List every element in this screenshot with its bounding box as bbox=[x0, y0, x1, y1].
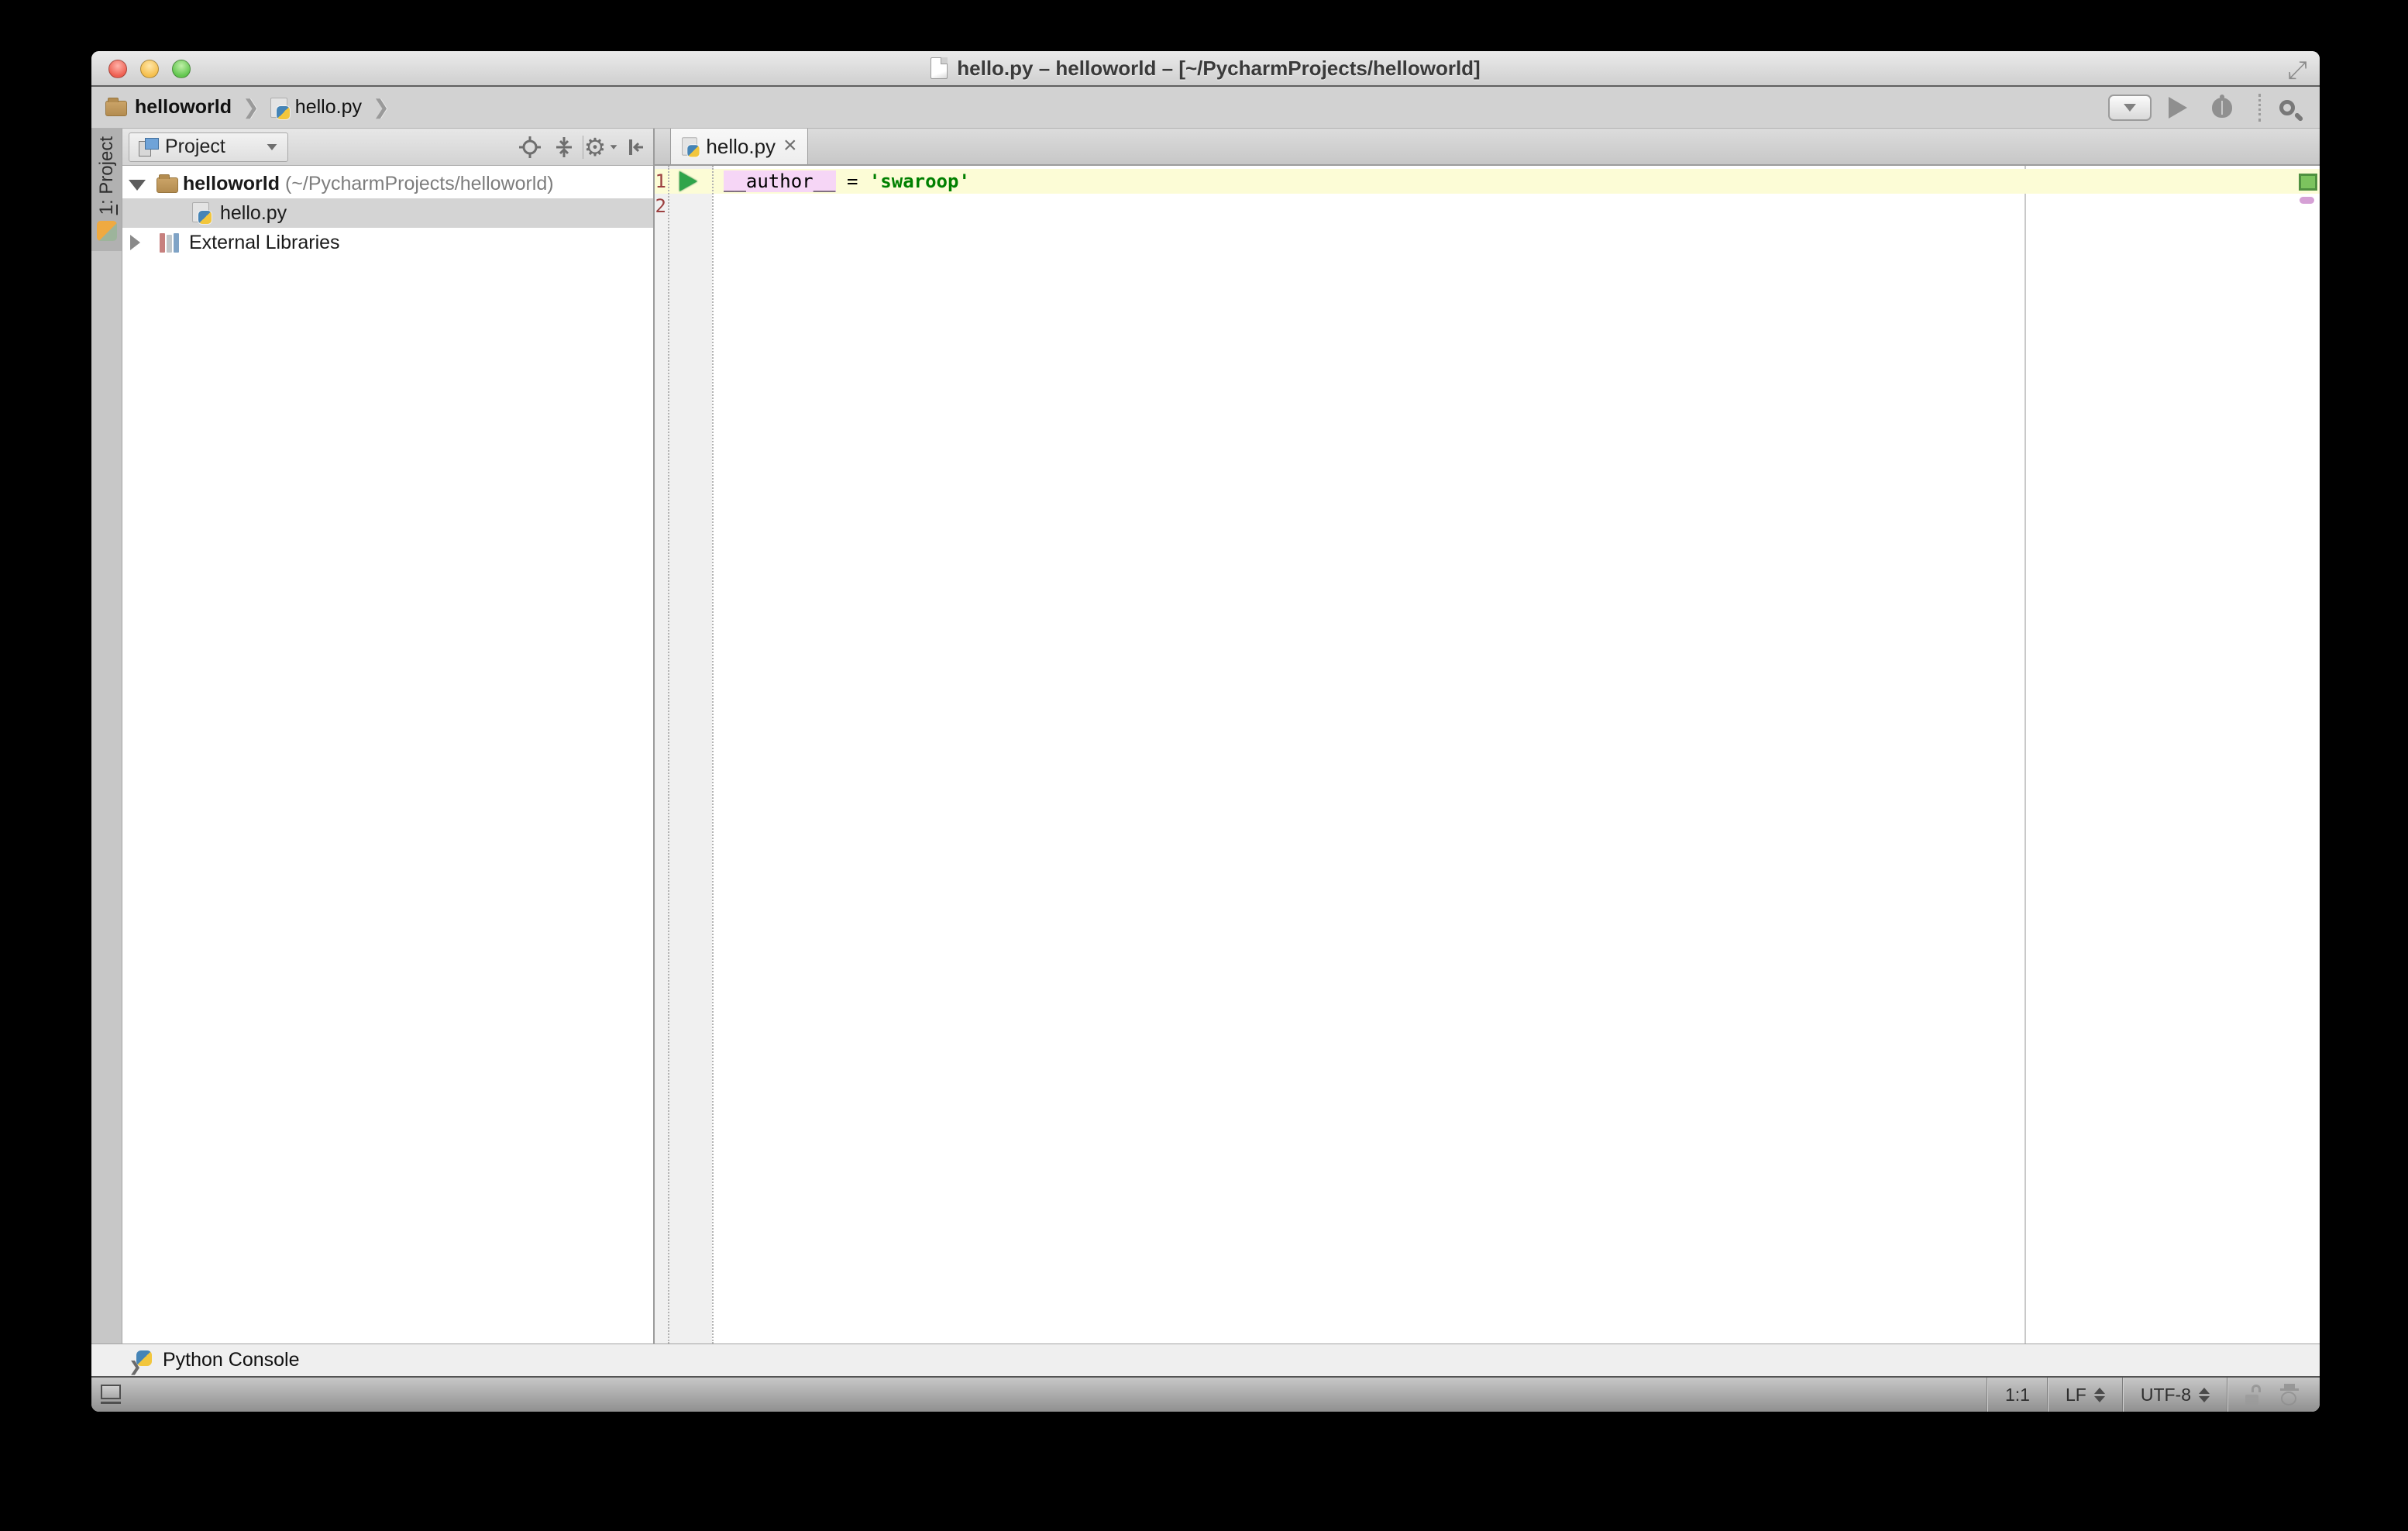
gutter-separator bbox=[668, 166, 669, 1343]
right-margin-line bbox=[2024, 166, 2026, 1343]
run-gutter-icon[interactable] bbox=[679, 171, 697, 191]
chevron-down-icon bbox=[2124, 104, 2136, 112]
breadcrumb-project[interactable]: helloworld bbox=[105, 96, 232, 119]
breadcrumb-file[interactable]: hello.py bbox=[270, 96, 362, 119]
bottom-tool-bar: ❯ Python Console bbox=[91, 1343, 2320, 1376]
scroll-to-source-icon[interactable] bbox=[513, 132, 547, 163]
chevron-down-icon bbox=[267, 144, 277, 150]
gutter-separator bbox=[712, 166, 714, 1343]
debug-icon[interactable] bbox=[2212, 98, 2232, 118]
project-panel: Project bbox=[122, 129, 655, 1343]
updown-icon bbox=[2199, 1388, 2210, 1402]
pycharm-tool-icon bbox=[97, 221, 117, 241]
tree-collapse-icon[interactable] bbox=[129, 180, 146, 191]
document-proxy-icon bbox=[931, 57, 948, 79]
editor-lines: 1 __author__ = 'swaroop' 2 bbox=[655, 166, 2320, 218]
tree-row-external-libraries[interactable]: External Libraries bbox=[122, 228, 653, 257]
encoding-select[interactable]: UTF-8 bbox=[2124, 1378, 2227, 1412]
project-view-label: Project bbox=[165, 136, 258, 158]
python-file-icon bbox=[192, 202, 209, 222]
title-bar[interactable]: hello.py – helloworld – [~/PycharmProjec… bbox=[91, 51, 2320, 87]
minimize-window-button[interactable] bbox=[140, 60, 159, 78]
line-number: 1 bbox=[655, 170, 666, 192]
code-token-string: 'swaroop' bbox=[869, 170, 970, 192]
line-number: 2 bbox=[655, 195, 666, 217]
external-libraries-label: External Libraries bbox=[189, 232, 340, 254]
pycharm-window: hello.py – helloworld – [~/PycharmProjec… bbox=[91, 51, 2320, 1412]
python-file-icon bbox=[683, 137, 698, 155]
resize-expand-icon[interactable]: ⤢ bbox=[2287, 56, 2307, 85]
python-console-icon: ❯ bbox=[132, 1350, 152, 1371]
project-panel-header: Project bbox=[122, 129, 653, 166]
chevron-right-icon: ❯ bbox=[371, 95, 391, 119]
run-configuration-select[interactable] bbox=[2108, 95, 2152, 121]
window-title: hello.py – helloworld – [~/PycharmProjec… bbox=[957, 57, 1480, 81]
close-tab-icon[interactable]: × bbox=[783, 134, 797, 157]
readonly-lock-toggle[interactable] bbox=[2228, 1378, 2279, 1412]
hector-inspector-icon[interactable] bbox=[2279, 1384, 2300, 1405]
project-stripe-tab[interactable]: 1: Project bbox=[91, 129, 122, 251]
editor-column: hello.py × 1 __author__ = 'swaroop' 2 bbox=[655, 129, 2320, 1343]
project-tree: helloworld (~/PycharmProjects/helloworld… bbox=[122, 166, 653, 1343]
tool-window-stripe: 1: Project bbox=[91, 129, 122, 1343]
search-icon[interactable] bbox=[2279, 100, 2295, 115]
project-stripe-label: 1: Project bbox=[96, 136, 118, 215]
navigation-bar: helloworld ❯ hello.py ❯ bbox=[91, 87, 2320, 129]
line-ending-select[interactable]: LF bbox=[2049, 1378, 2122, 1412]
external-libraries-icon bbox=[160, 233, 181, 253]
code-editor[interactable]: 1 __author__ = 'swaroop' 2 bbox=[655, 166, 2320, 1343]
inspection-status-icon[interactable] bbox=[2299, 174, 2317, 191]
project-pane-icon bbox=[139, 138, 157, 157]
folder-icon bbox=[105, 101, 127, 116]
hide-panel-icon[interactable] bbox=[619, 132, 653, 163]
code-line-2[interactable]: 2 bbox=[655, 194, 2320, 218]
editor-gutter bbox=[655, 166, 712, 1343]
python-console-button[interactable]: Python Console bbox=[163, 1349, 300, 1371]
folder-icon bbox=[157, 177, 178, 193]
project-root-path: (~/PycharmProjects/helloworld) bbox=[280, 173, 554, 194]
tree-row-hello-py[interactable]: hello.py bbox=[122, 198, 653, 228]
code-line-1[interactable]: 1 __author__ = 'swaroop' bbox=[655, 169, 2320, 194]
editor-tab-bar: hello.py × bbox=[655, 129, 2320, 166]
tree-expand-icon[interactable] bbox=[130, 235, 140, 250]
close-window-button[interactable] bbox=[108, 60, 127, 78]
breadcrumb-label: helloworld bbox=[135, 96, 232, 119]
code-token-operator: = bbox=[836, 170, 869, 192]
toolbar-separator bbox=[2258, 94, 2261, 122]
tab-hello-py[interactable]: hello.py × bbox=[670, 129, 808, 164]
tab-label: hello.py bbox=[706, 135, 776, 159]
project-view-selector[interactable]: Project bbox=[129, 132, 288, 162]
main-area: 1: Project Project bbox=[91, 129, 2320, 1343]
caret-position[interactable]: 1:1 bbox=[1988, 1378, 2047, 1412]
chevron-right-icon: ❯ bbox=[241, 95, 261, 119]
toolwindow-toggle-icon[interactable] bbox=[101, 1385, 121, 1405]
run-icon[interactable] bbox=[2169, 97, 2187, 119]
updown-icon bbox=[2094, 1388, 2105, 1402]
settings-gear-icon[interactable]: ⚙ bbox=[585, 132, 619, 163]
collapse-all-icon[interactable] bbox=[547, 132, 581, 163]
project-root-label: helloworld bbox=[183, 173, 280, 194]
tree-row-project-root[interactable]: helloworld (~/PycharmProjects/helloworld… bbox=[122, 169, 653, 198]
traffic-lights bbox=[108, 60, 191, 78]
file-label: hello.py bbox=[220, 202, 287, 225]
python-file-icon bbox=[270, 98, 287, 118]
breadcrumb-label: hello.py bbox=[295, 96, 362, 119]
zoom-window-button[interactable] bbox=[172, 60, 191, 78]
error-stripe-mark[interactable] bbox=[2300, 197, 2314, 204]
status-bar: 1:1 LF UTF-8 bbox=[91, 1376, 2320, 1412]
code-token-variable: __author__ bbox=[724, 170, 836, 192]
unlocked-icon bbox=[2245, 1385, 2262, 1405]
